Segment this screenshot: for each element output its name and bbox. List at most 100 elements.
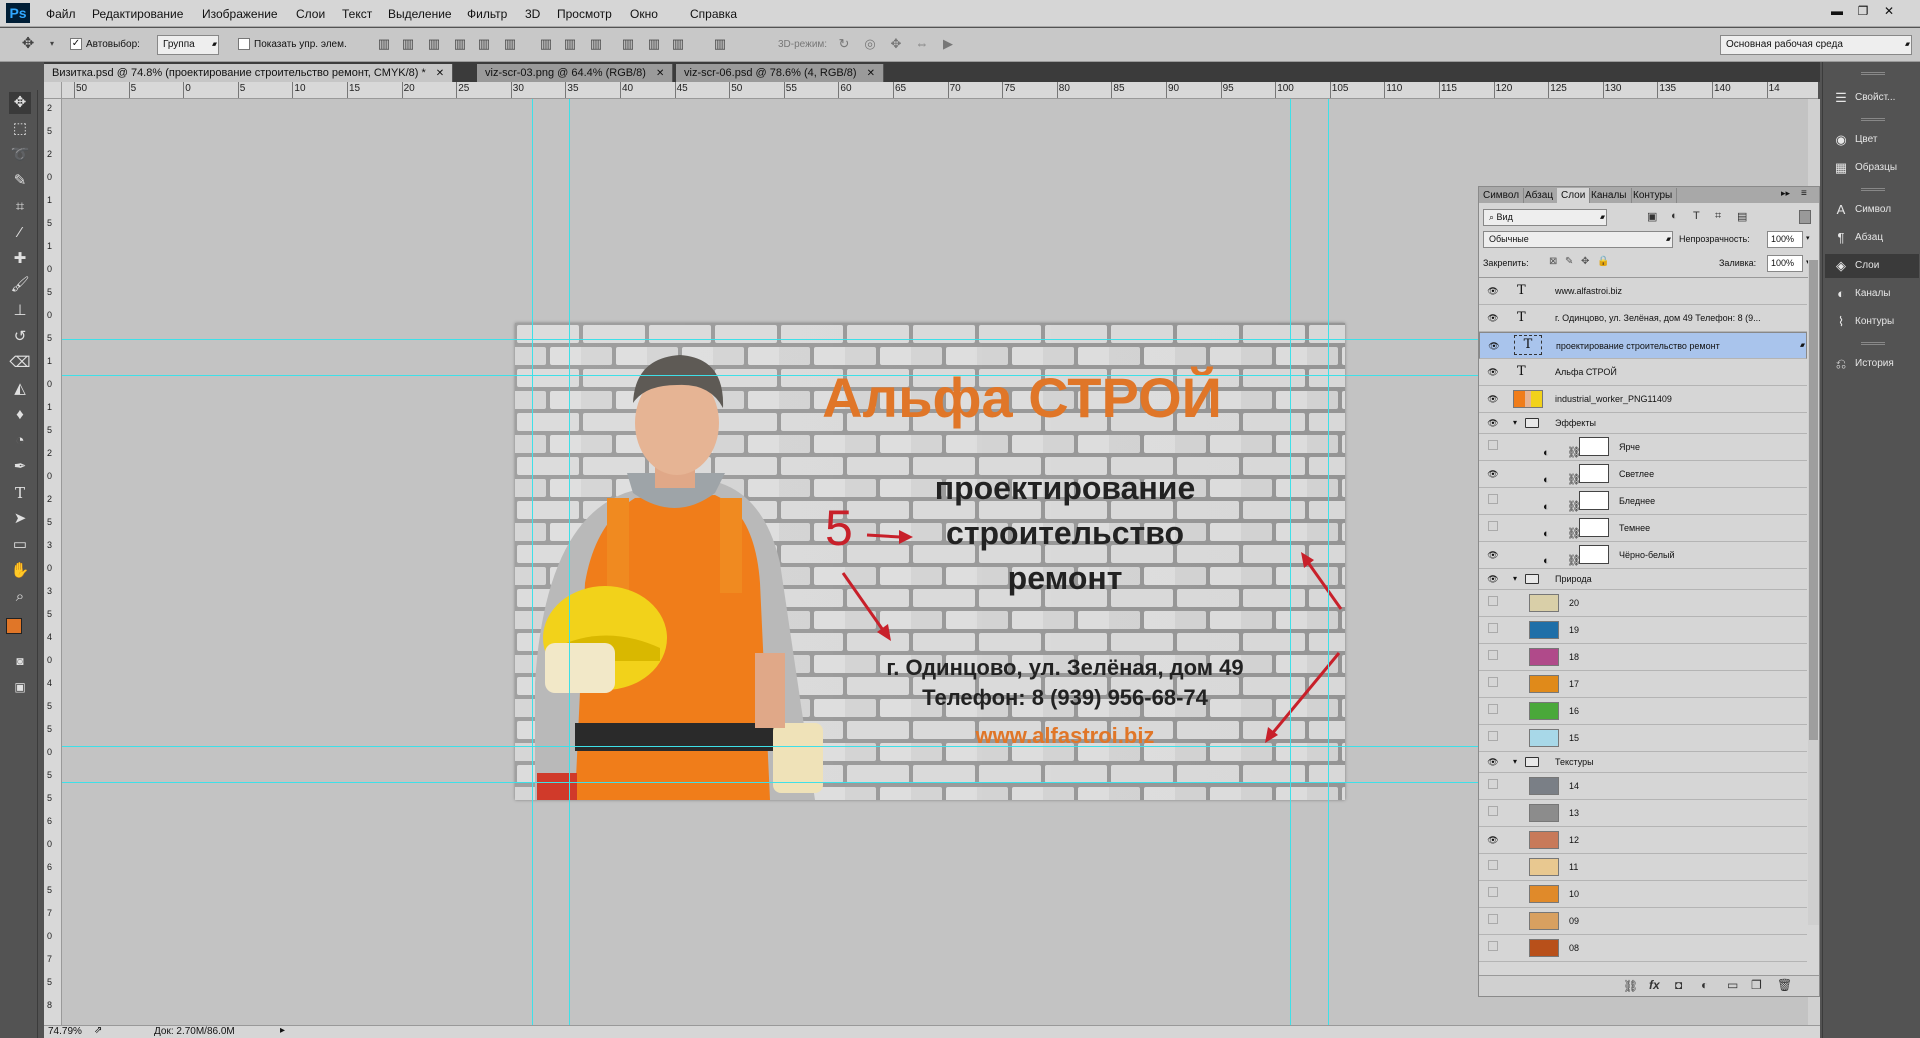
blend-mode-dropdown[interactable]: Обычные	[1483, 231, 1673, 248]
vertical-guide[interactable]	[532, 99, 533, 1025]
mode-3d-icon[interactable]: ◎	[862, 36, 878, 52]
visibility-toggle[interactable]	[1488, 494, 1498, 504]
layer-row[interactable]: 19	[1479, 617, 1807, 644]
history-brush-icon[interactable]: ↺	[9, 326, 31, 348]
vertical-guide[interactable]	[1328, 99, 1329, 1025]
add-mask-icon[interactable]: ◘	[1675, 978, 1682, 992]
eraser-icon[interactable]: ⌫	[9, 352, 31, 374]
delete-layer-icon[interactable]: 🗑	[1777, 978, 1792, 992]
dock-history[interactable]: ⎌ История	[1825, 352, 1919, 376]
menu-item[interactable]: Окно	[630, 7, 658, 21]
dock-paths[interactable]: ⌇ Контуры	[1825, 310, 1919, 334]
visibility-toggle[interactable]	[1488, 650, 1498, 660]
visibility-eye-icon[interactable]: 👁	[1485, 359, 1501, 385]
show-transform-control[interactable]: Показать упр. элем.	[238, 36, 347, 54]
new-layer-icon[interactable]: ❐	[1751, 978, 1762, 992]
menu-item[interactable]: Выделение	[388, 7, 452, 21]
dock-channels[interactable]: ◐ Каналы	[1825, 282, 1919, 306]
marquee-tool-icon[interactable]: ⬚	[9, 118, 31, 140]
tab-document-viz-scr-03[interactable]: viz-scr-03.png @ 64.4% (RGB/8) ✕	[477, 64, 674, 82]
visibility-toggle[interactable]	[1488, 806, 1498, 816]
visibility-toggle[interactable]	[1488, 887, 1498, 897]
fx-icon[interactable]: fx	[1649, 978, 1660, 992]
layer-row[interactable]: 14	[1479, 773, 1807, 800]
zoom-tool-icon[interactable]: ⌕	[9, 586, 31, 608]
autoselect-dropdown[interactable]: Группа	[157, 35, 219, 55]
mode-3d-icon[interactable]: ✥	[888, 36, 904, 52]
layer-row[interactable]: 13	[1479, 800, 1807, 827]
tab-document-viz-scr-06[interactable]: viz-scr-06.psd @ 78.6% (4, RGB/8) ✕	[676, 64, 884, 82]
layer-row[interactable]: 10	[1479, 881, 1807, 908]
layer-row[interactable]: 👁 ◐ ⛓ Светлее	[1479, 461, 1807, 488]
visibility-toggle[interactable]	[1488, 731, 1498, 741]
visibility-toggle[interactable]	[1488, 623, 1498, 633]
layer-group-row[interactable]: 👁 ▾ Эффекты	[1479, 413, 1807, 434]
minimize-button[interactable]: ▬	[1824, 2, 1850, 20]
tab-layers[interactable]: Слои	[1557, 188, 1591, 203]
align-distribute-icon[interactable]: ▥	[502, 36, 518, 52]
link-layers-icon[interactable]: ⛓	[1623, 979, 1638, 993]
visibility-eye-icon[interactable]: 👁	[1485, 413, 1501, 433]
tab-document-vizitka[interactable]: Визитка.psd @ 74.8% (проектирование стро…	[44, 64, 454, 82]
vertical-guide[interactable]	[569, 99, 570, 1025]
layer-row[interactable]: 👁 Twww.alfastroi.biz	[1479, 278, 1807, 305]
menu-item[interactable]: Редактирование	[92, 7, 183, 21]
business-card-image[interactable]: Альфа СТРОЙ проектирование строительство…	[515, 323, 1345, 800]
layer-row[interactable]: ◐ ⛓ Темнее	[1479, 515, 1807, 542]
tab-character[interactable]: Символ	[1479, 188, 1525, 203]
move-tool-icon[interactable]: ✥	[9, 92, 31, 114]
layer-filter-icon[interactable]: ▣	[1647, 210, 1657, 223]
align-distribute-icon[interactable]: ▥	[538, 36, 554, 52]
menu-item[interactable]: Фильтр	[467, 7, 507, 21]
autoselect-checkbox[interactable]: ✓	[70, 38, 82, 51]
layer-filter-icon[interactable]: ◐	[1671, 210, 1678, 222]
visibility-eye-icon[interactable]: 👁	[1485, 461, 1501, 487]
restore-button[interactable]: ❐	[1850, 2, 1876, 20]
vertical-guide[interactable]	[1290, 99, 1291, 1025]
mode-3d-icon[interactable]: ↻	[836, 36, 852, 52]
visibility-eye-icon[interactable]: 👁	[1485, 569, 1501, 589]
path-selection-icon[interactable]: ➤	[9, 508, 31, 530]
layer-row[interactable]: 👁 ◐ ⛓ Чёрно-белый	[1479, 542, 1807, 569]
expand-group-icon[interactable]: ▾	[1513, 752, 1517, 772]
pen-tool-icon[interactable]: ✒	[9, 456, 31, 478]
layer-row[interactable]: 08	[1479, 935, 1807, 962]
fill-input[interactable]: 100%	[1767, 255, 1803, 272]
lasso-tool-icon[interactable]: ➰	[9, 144, 31, 166]
mode-3d-icon[interactable]: ⇔	[914, 36, 930, 52]
lock-pixels-icon[interactable]: ✎	[1565, 256, 1573, 267]
visibility-toggle[interactable]	[1488, 914, 1498, 924]
layer-mask-thumbnail[interactable]	[1579, 545, 1609, 564]
autoselect-control[interactable]: ✓ Автовыбор:	[70, 36, 140, 54]
dock-properties[interactable]: ☰ Свойст...	[1825, 86, 1919, 110]
visibility-toggle[interactable]	[1488, 596, 1498, 606]
healing-brush-icon[interactable]: ✚	[9, 248, 31, 270]
zoom-level[interactable]: 74.79%	[48, 1026, 82, 1037]
rectangle-tool-icon[interactable]: ▭	[9, 534, 31, 556]
visibility-toggle[interactable]	[1488, 704, 1498, 714]
layer-row[interactable]: 09	[1479, 908, 1807, 935]
menu-item[interactable]: Просмотр	[557, 7, 612, 21]
lock-all-icon[interactable]: 🔒	[1597, 256, 1609, 267]
close-tab-icon[interactable]: ✕	[867, 68, 875, 79]
visibility-toggle[interactable]	[1488, 521, 1498, 531]
menu-item[interactable]: Изображение	[202, 7, 278, 21]
dock-layers[interactable]: ◈ Слои	[1825, 254, 1919, 278]
align-distribute-icon[interactable]: ▥	[452, 36, 468, 52]
menu-item[interactable]: Текст	[342, 7, 372, 21]
layers-scrollbar[interactable]	[1808, 260, 1819, 925]
lock-position-icon[interactable]: ✥	[1581, 256, 1589, 267]
align-distribute-icon[interactable]: ▥	[400, 36, 416, 52]
layer-mask-thumbnail[interactable]	[1579, 491, 1609, 510]
share-icon[interactable]: ⇗	[94, 1025, 102, 1036]
layer-row[interactable]: 15	[1479, 725, 1807, 752]
dock-swatches[interactable]: ▦ Образцы	[1825, 156, 1919, 180]
scrollbar-thumb[interactable]	[1809, 260, 1818, 740]
visibility-eye-icon[interactable]: 👁	[1485, 386, 1501, 412]
dock-character[interactable]: A Символ	[1825, 198, 1919, 222]
layer-filter-icon[interactable]: ▤	[1737, 210, 1747, 223]
layer-row[interactable]: ◐ ⛓ Бледнее	[1479, 488, 1807, 515]
visibility-eye-icon[interactable]: 👁	[1485, 542, 1501, 568]
layer-row[interactable]: 18	[1479, 644, 1807, 671]
align-distribute-icon[interactable]: ▥	[562, 36, 578, 52]
